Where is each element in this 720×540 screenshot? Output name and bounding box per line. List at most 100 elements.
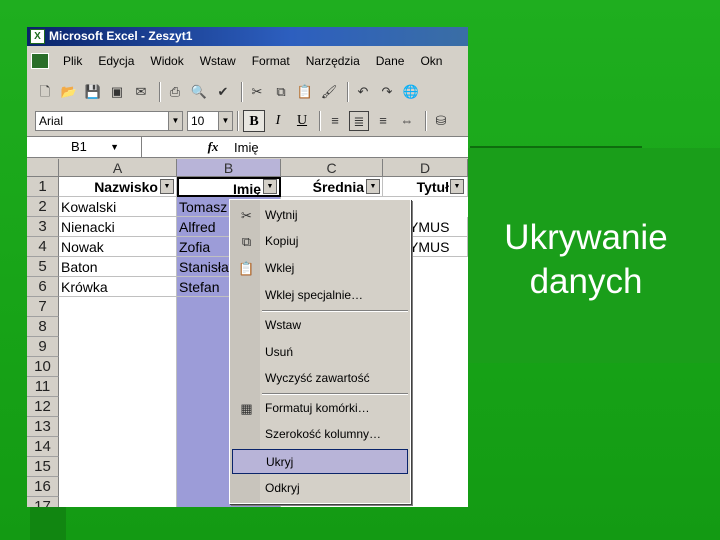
hyperlink-icon[interactable]: 🌐 — [401, 82, 421, 102]
format-painter-icon[interactable]: 🖌 — [319, 82, 339, 102]
function-icon[interactable]: fx — [198, 139, 228, 155]
menu-item-label: Usuń — [265, 345, 294, 359]
row-header[interactable]: 9 — [27, 337, 59, 357]
align-center-icon[interactable]: ≣ — [349, 111, 369, 131]
filter-dropdown-icon[interactable]: ▼ — [450, 179, 464, 194]
redo-icon[interactable]: ↷ — [377, 82, 397, 102]
header-tytul: Tytuł — [416, 179, 449, 195]
font-name-select[interactable]: Arial ▼ — [35, 111, 183, 131]
filter-dropdown-icon[interactable]: ▼ — [263, 179, 277, 194]
slide-title: Ukrywanie danych — [470, 216, 702, 304]
menu-item-label: Formatuj komórki… — [265, 401, 370, 415]
copy-icon[interactable]: ⧉ — [271, 82, 291, 102]
row-header[interactable]: 8 — [27, 317, 59, 337]
menu-plik[interactable]: Plik — [63, 54, 82, 68]
table-cell[interactable]: Kowalski — [59, 197, 177, 217]
slide-title-line2: danych — [529, 262, 643, 301]
menu-item-clear-contents[interactable]: Wyczyść zawartość — [232, 366, 408, 391]
table-cell[interactable]: Nienacki — [59, 217, 177, 237]
row-header[interactable]: 12 — [27, 397, 59, 417]
name-box[interactable]: B1 ▼ — [27, 137, 142, 157]
row-header[interactable]: 4 — [27, 237, 59, 257]
underline-button[interactable]: U — [291, 110, 313, 132]
table-cell[interactable]: Nowak — [59, 237, 177, 257]
row-header[interactable]: 6 — [27, 277, 59, 297]
table-cell[interactable]: Baton — [59, 257, 177, 277]
toolbar-separator — [241, 82, 243, 102]
row-header[interactable]: 13 — [27, 417, 59, 437]
menu-item-unhide[interactable]: Odkryj — [232, 476, 408, 501]
row-header[interactable]: 16 — [27, 477, 59, 497]
menu-separator — [262, 310, 408, 312]
menu-item-delete[interactable]: Usuń — [232, 340, 408, 365]
menu-item-insert[interactable]: Wstaw — [232, 313, 408, 338]
row-header[interactable]: 14 — [27, 437, 59, 457]
menu-widok[interactable]: Widok — [150, 54, 183, 68]
menu-dane[interactable]: Dane — [376, 54, 405, 68]
row-header[interactable]: 15 — [27, 457, 59, 477]
menu-item-cut[interactable]: ✂ Wytnij — [232, 203, 408, 228]
name-box-value: B1 — [71, 139, 87, 154]
menu-edycja[interactable]: Edycja — [98, 54, 134, 68]
filter-dropdown-icon[interactable]: ▼ — [160, 179, 174, 194]
filter-dropdown-icon[interactable]: ▼ — [366, 179, 380, 194]
menu-narzedzia[interactable]: Narzędzia — [306, 54, 360, 68]
merge-center-icon[interactable]: ⇔ — [397, 111, 417, 131]
font-size-select[interactable]: 10 ▼ — [187, 111, 233, 131]
print-icon[interactable]: ⎙ — [165, 82, 185, 102]
cut-icon[interactable]: ✂ — [247, 82, 267, 102]
font-size-value: 10 — [191, 114, 205, 128]
formula-bar: B1 ▼ fx Imię — [27, 136, 468, 158]
column-header-b[interactable]: B — [177, 159, 281, 177]
print-preview-icon[interactable]: 🔍 — [189, 82, 209, 102]
empty-cells[interactable] — [59, 297, 177, 507]
toolbar-separator — [237, 111, 239, 131]
menu-item-format-cells[interactable]: ▦ Formatuj komórki… — [232, 396, 408, 421]
row-header[interactable]: 7 — [27, 297, 59, 317]
row-header[interactable]: 10 — [27, 357, 59, 377]
row-header[interactable]: 11 — [27, 377, 59, 397]
row-header[interactable]: 2 — [27, 197, 59, 217]
open-icon[interactable]: 📂 — [59, 82, 79, 102]
currency-icon[interactable]: ⛁ — [431, 111, 451, 131]
table-cell[interactable]: Krówka — [59, 277, 177, 297]
menu-okno[interactable]: Okn — [420, 54, 442, 68]
row-header[interactable]: 17 — [27, 497, 59, 507]
scissors-icon: ✂ — [241, 208, 252, 223]
chevron-down-icon[interactable]: ▼ — [168, 112, 182, 130]
menu-item-paste[interactable]: 📋 Wklej — [232, 256, 408, 281]
chevron-down-icon[interactable]: ▼ — [218, 112, 232, 130]
formula-input[interactable]: Imię — [228, 140, 259, 155]
save-icon[interactable]: 💾 — [83, 82, 103, 102]
menu-item-hide[interactable]: Ukryj — [232, 449, 408, 474]
align-left-icon[interactable]: ≡ — [325, 111, 345, 131]
permission-icon[interactable]: ▣ — [107, 82, 127, 102]
menu-item-label: Wstaw — [265, 318, 301, 332]
menu-item-label: Wklej — [265, 261, 295, 275]
paste-icon[interactable]: 📋 — [295, 82, 315, 102]
select-all-corner[interactable] — [27, 159, 59, 177]
format-cells-icon: ▦ — [240, 401, 253, 416]
row-header[interactable]: 3 — [27, 217, 59, 237]
menu-item-copy[interactable]: ⧉ Kopiuj — [232, 229, 408, 254]
chevron-down-icon[interactable]: ▼ — [110, 137, 119, 157]
column-header-a[interactable]: A — [59, 159, 177, 177]
bold-button[interactable]: B — [243, 110, 265, 132]
column-header-d[interactable]: D — [383, 159, 468, 177]
row-header[interactable]: 5 — [27, 257, 59, 277]
undo-icon[interactable]: ↶ — [353, 82, 373, 102]
new-icon[interactable]: 🗋 — [35, 82, 55, 102]
email-icon[interactable]: ✉ — [131, 82, 151, 102]
menu-item-label: Kopiuj — [265, 234, 299, 248]
menu-item-paste-special[interactable]: Wklej specjalnie… — [232, 283, 408, 308]
column-header-c[interactable]: C — [281, 159, 383, 177]
menu-format[interactable]: Format — [252, 54, 290, 68]
row-header[interactable]: 1 — [27, 177, 59, 197]
slide-title-line1: Ukrywanie — [504, 218, 668, 257]
workbook-icon[interactable] — [31, 53, 49, 69]
italic-button[interactable]: I — [267, 110, 289, 132]
menu-wstaw[interactable]: Wstaw — [200, 54, 236, 68]
spelling-icon[interactable]: ✔ — [213, 82, 233, 102]
align-right-icon[interactable]: ≡ — [373, 111, 393, 131]
menu-item-column-width[interactable]: Szerokość kolumny… — [232, 422, 408, 447]
